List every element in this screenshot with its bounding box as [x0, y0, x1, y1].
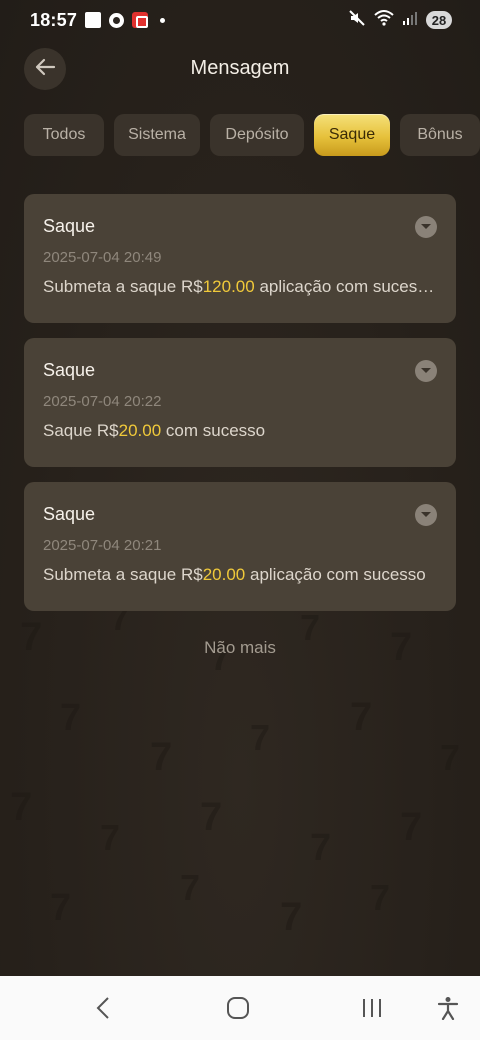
- svg-text:7: 7: [180, 867, 200, 908]
- svg-text:7: 7: [350, 695, 372, 739]
- svg-text:7: 7: [310, 827, 331, 869]
- chevron-down-icon[interactable]: [415, 504, 437, 526]
- back-nav-icon[interactable]: [84, 990, 124, 1026]
- svg-text:7: 7: [100, 817, 120, 858]
- message-body: Submeta a saque R$120.00 aplicação com s…: [43, 277, 435, 297]
- tab-bonus[interactable]: Bônus: [400, 114, 480, 156]
- message-amount: 120.00: [202, 277, 255, 296]
- svg-text:7: 7: [200, 795, 222, 839]
- page-title: Mensagem: [190, 56, 290, 79]
- message-title: Saque: [43, 360, 96, 380]
- home-nav-icon[interactable]: [218, 990, 258, 1026]
- message-title: Saque: [43, 216, 96, 236]
- tab-deposito[interactable]: Depósito: [210, 114, 304, 156]
- recents-nav-icon[interactable]: [352, 990, 392, 1026]
- svg-text:7: 7: [50, 887, 71, 929]
- message-amount: 20.00: [118, 421, 162, 440]
- status-bar: 18:57 28: [0, 0, 480, 40]
- message-date: 2025-07-04 20:21: [43, 537, 162, 554]
- accessibility-icon[interactable]: [428, 990, 468, 1026]
- message-title: Saque: [43, 504, 96, 524]
- svg-text:7: 7: [280, 895, 302, 939]
- message-date: 2025-07-04 20:22: [43, 393, 162, 410]
- app-icon: [132, 12, 149, 28]
- svg-text:7: 7: [10, 785, 32, 829]
- chrome-icon: [109, 12, 125, 28]
- svg-text:7: 7: [400, 805, 422, 849]
- message-body: Submeta a saque R$20.00 aplicação com su…: [43, 565, 435, 585]
- tab-todos[interactable]: Todos: [24, 114, 104, 156]
- message-text: Saque R$: [43, 421, 119, 440]
- chevron-down-icon[interactable]: [415, 216, 437, 238]
- message-card[interactable]: Saque 2025-07-04 20:21 Submeta a saque R…: [24, 482, 456, 611]
- message-card[interactable]: Saque 2025-07-04 20:22 Saque R$20.00 com…: [24, 338, 456, 467]
- message-body: Saque R$20.00 com sucesso: [43, 421, 435, 441]
- end-of-list-text: Não mais: [204, 638, 276, 657]
- dot-icon: [160, 17, 166, 23]
- svg-text:7: 7: [150, 735, 172, 779]
- wifi-icon: [374, 9, 394, 32]
- message-list: Saque 2025-07-04 20:49 Submeta a saque R…: [24, 194, 456, 626]
- message-date: 2025-07-04 20:49: [43, 249, 162, 266]
- notification-square-icon: [85, 12, 102, 28]
- status-time: 18:57: [30, 9, 78, 30]
- system-nav-bar: [0, 976, 480, 1040]
- svg-text:7: 7: [60, 697, 81, 739]
- chevron-down-icon[interactable]: [415, 360, 437, 382]
- arrow-left-icon: [33, 55, 57, 84]
- svg-text:7: 7: [250, 717, 270, 758]
- message-text: aplicação com sucesso: [245, 565, 426, 584]
- tab-saque[interactable]: Saque: [314, 114, 390, 156]
- tab-sistema[interactable]: Sistema: [114, 114, 200, 156]
- message-text: Submeta a saque R$: [43, 565, 203, 584]
- svg-text:7: 7: [370, 877, 390, 918]
- back-button[interactable]: [24, 48, 66, 90]
- message-text: com sucesso: [161, 421, 266, 440]
- app-screen: 7 7 7 7 7 7 7 7 7 7 7 7 7 7 7 7 7 7 7 18…: [0, 0, 480, 976]
- message-card[interactable]: Saque 2025-07-04 20:49 Submeta a saque R…: [24, 194, 456, 323]
- signal-icon: [402, 10, 418, 31]
- category-tabs: Todos Sistema Depósito Saque Bônus: [24, 114, 480, 158]
- message-text: aplicação com sucesso: [254, 277, 435, 296]
- message-text: Submeta a saque R$: [43, 277, 203, 296]
- svg-text:7: 7: [440, 737, 460, 778]
- message-amount: 20.00: [202, 565, 246, 584]
- battery-icon: 28: [426, 11, 452, 29]
- mute-icon: [348, 9, 366, 32]
- header: Mensagem: [0, 48, 480, 90]
